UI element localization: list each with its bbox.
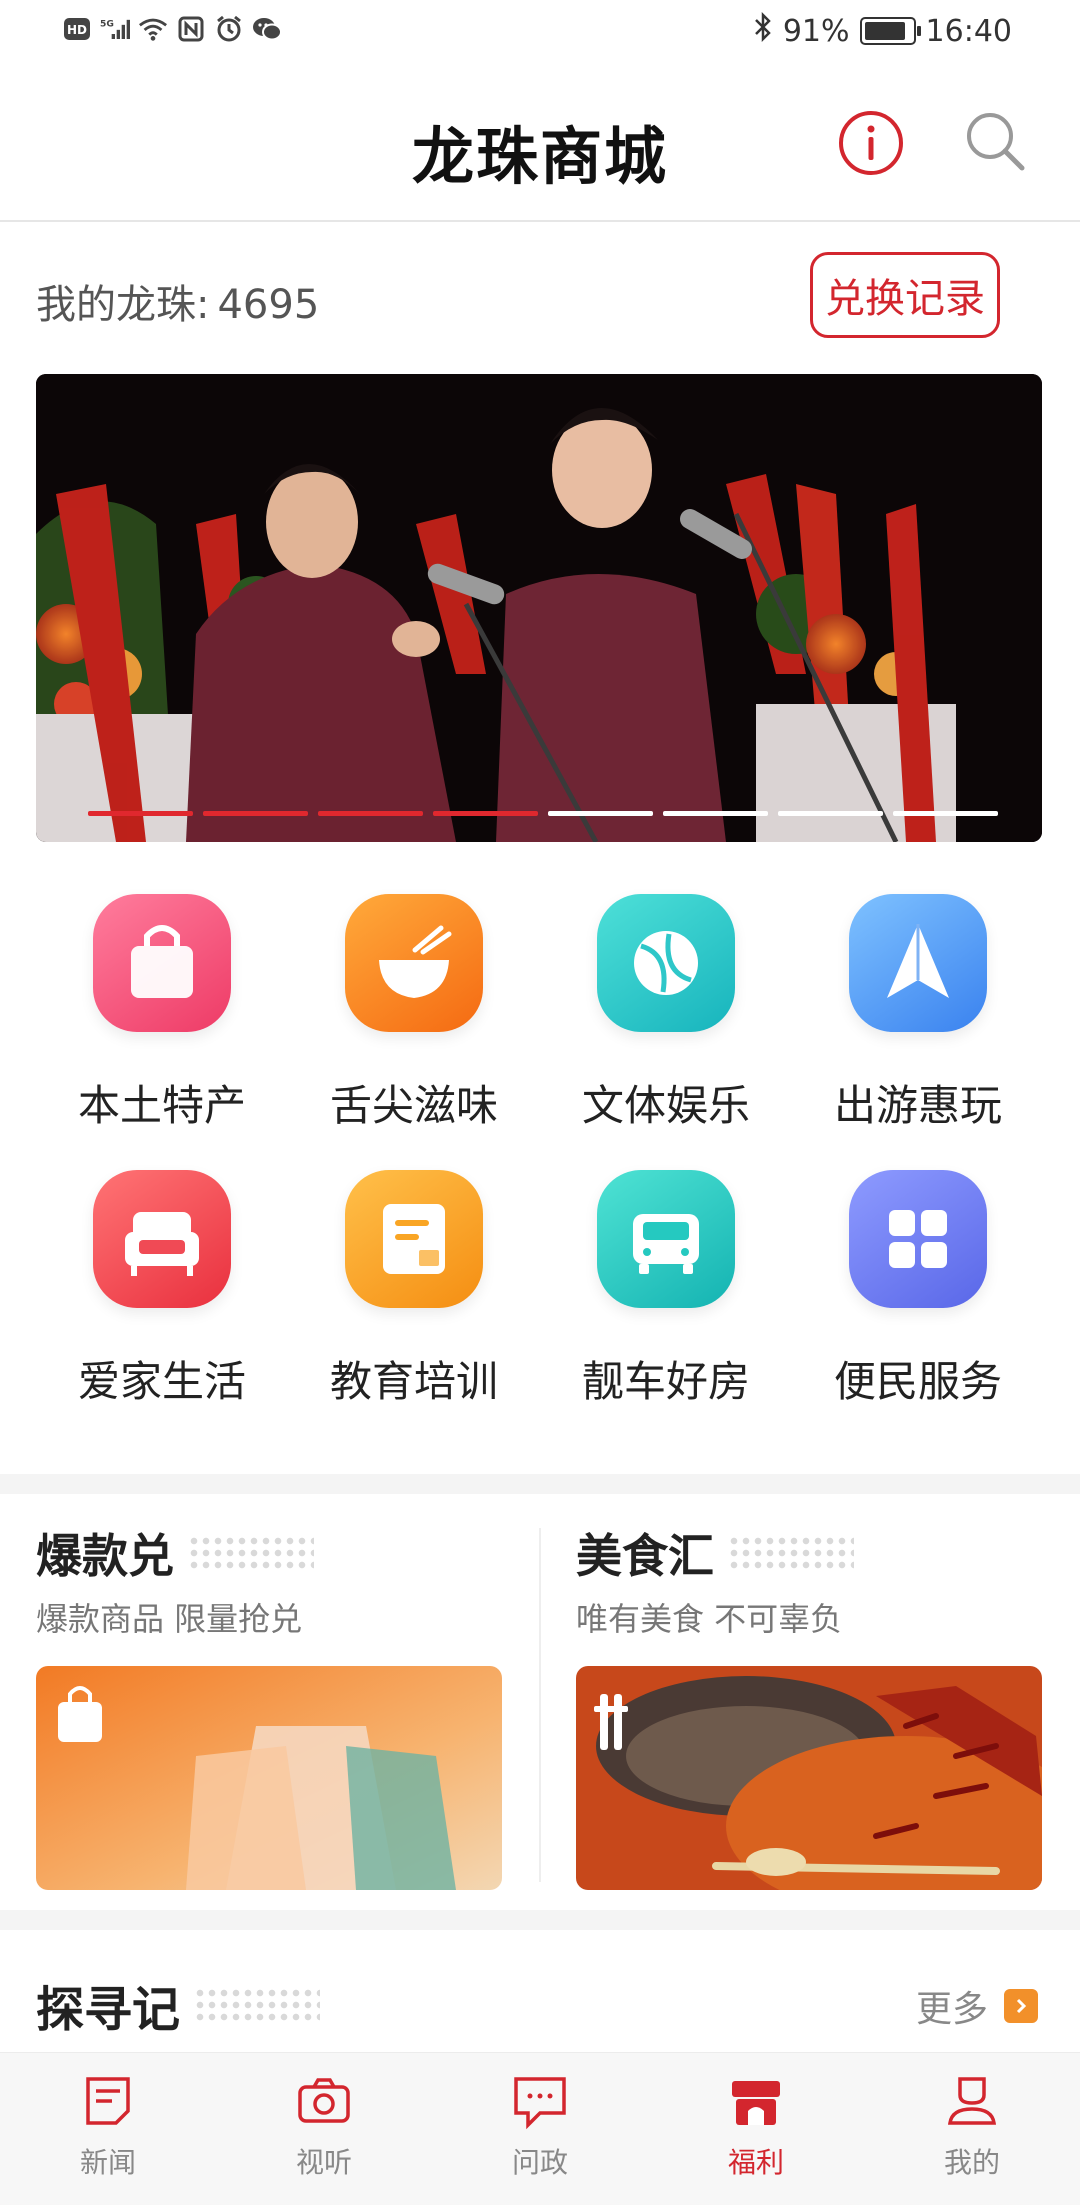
carousel-dot[interactable] xyxy=(88,811,193,816)
exchange-record-button[interactable]: 兑换记录 xyxy=(810,252,1000,338)
nav-news[interactable]: 新闻 xyxy=(0,2071,216,2181)
promo-food-collection[interactable]: 美食汇 唯有美食 不可辜负 xyxy=(576,1520,1042,1890)
category-local-specialty[interactable]: 本土特产 xyxy=(36,894,288,1133)
nav-label: 新闻 xyxy=(79,2146,136,2179)
grid-icon xyxy=(849,1170,987,1308)
category-label: 教育培训 xyxy=(329,1357,498,1406)
status-icons: HD 5G xyxy=(62,14,282,44)
category-label: 爱家生活 xyxy=(77,1357,246,1406)
page-title: 龙珠商城 xyxy=(411,120,668,193)
nav-label: 福利 xyxy=(727,2146,784,2179)
sofa-icon xyxy=(93,1170,231,1308)
nav-welfare[interactable]: 福利 xyxy=(648,2071,864,2181)
points-display: 我的龙珠: 4695 xyxy=(36,272,319,330)
promo-title-text: 爆款兑 xyxy=(36,1529,174,1583)
battery-icon xyxy=(859,17,921,45)
category-home-life[interactable]: 爱家生活 xyxy=(36,1170,288,1409)
search-icon[interactable] xyxy=(962,108,1028,174)
dot-pattern xyxy=(194,1987,321,2023)
section-divider xyxy=(0,1474,1080,1494)
carousel-dot[interactable] xyxy=(893,811,998,816)
category-tasty-food[interactable]: 舌尖滋味 xyxy=(288,894,540,1133)
category-travel[interactable]: 出游惠玩 xyxy=(792,894,1044,1133)
promo-title: 美食汇 xyxy=(576,1520,1042,1586)
battery-fill xyxy=(864,22,905,40)
welfare-icon xyxy=(726,2071,786,2131)
section-divider xyxy=(0,1910,1080,1930)
bowl-icon xyxy=(345,894,483,1032)
bluetooth-icon xyxy=(753,11,773,50)
category-label: 出游惠玩 xyxy=(833,1081,1002,1130)
dot-pattern xyxy=(728,1535,854,1571)
profile-icon xyxy=(942,2071,1002,2131)
more-link[interactable]: 更多 xyxy=(916,1980,1038,2032)
promo-image xyxy=(36,1666,502,1890)
certificate-icon xyxy=(345,1170,483,1308)
promo-image xyxy=(576,1666,1042,1890)
category-label: 文体娱乐 xyxy=(581,1081,750,1130)
points-label: 我的龙珠: xyxy=(36,282,210,328)
carousel-dot[interactable] xyxy=(203,811,308,816)
category-sports-entertainment[interactable]: 文体娱乐 xyxy=(540,894,792,1133)
promo-subtitle: 唯有美食 不可辜负 xyxy=(576,1600,843,1638)
nav-media[interactable]: 视听 xyxy=(216,2071,432,2181)
wechat-icon xyxy=(252,14,282,44)
carousel-indicators xyxy=(88,811,998,816)
explore-section-title: 探寻记 xyxy=(36,1970,321,2040)
navigation-icon xyxy=(849,894,987,1032)
category-services[interactable]: 便民服务 xyxy=(792,1170,1044,1409)
promo-hot-exchange[interactable]: 爆款兑 爆款商品 限量抢兑 xyxy=(36,1520,502,1890)
status-bar: HD 5G 91% 16:40 xyxy=(0,0,1080,66)
car-icon xyxy=(597,1170,735,1308)
carousel-dot[interactable] xyxy=(433,811,538,816)
5g-signal-icon: 5G xyxy=(100,14,130,44)
banner-image xyxy=(36,374,1042,842)
status-right: 91% 16:40 xyxy=(753,11,1012,50)
category-education[interactable]: 教育培训 xyxy=(288,1170,540,1409)
category-label: 本土特产 xyxy=(77,1081,246,1130)
carousel-dot[interactable] xyxy=(318,811,423,816)
nav-profile[interactable]: 我的 xyxy=(864,2071,1080,2181)
carousel-dot[interactable] xyxy=(778,811,883,816)
app-header: 龙珠商城 xyxy=(0,66,1080,222)
banner-carousel[interactable] xyxy=(36,374,1042,842)
alarm-icon xyxy=(214,14,244,44)
hd-icon: HD xyxy=(62,14,92,44)
info-icon[interactable] xyxy=(838,110,904,176)
points-value: 4695 xyxy=(217,282,320,328)
promo-separator xyxy=(539,1528,541,1882)
dot-pattern xyxy=(188,1535,314,1571)
category-car-house[interactable]: 靓车好房 xyxy=(540,1170,792,1409)
bottom-nav: 新闻 视听 问政 福利 我的 xyxy=(0,2052,1080,2205)
category-label: 靓车好房 xyxy=(581,1357,750,1406)
nfc-icon xyxy=(176,14,206,44)
carousel-dot[interactable] xyxy=(548,811,653,816)
camera-icon xyxy=(294,2071,354,2131)
svg-text:HD: HD xyxy=(67,23,87,37)
promo-subtitle: 爆款商品 限量抢兑 xyxy=(36,1600,303,1638)
svg-text:5G: 5G xyxy=(100,19,114,30)
explore-title: 探寻记 xyxy=(36,1982,181,2038)
nav-label: 我的 xyxy=(943,2146,1000,2179)
carousel-dot[interactable] xyxy=(663,811,768,816)
battery-percent: 91% xyxy=(782,13,850,49)
shopping-bag-icon xyxy=(93,894,231,1032)
message-icon xyxy=(510,2071,570,2131)
wifi-icon xyxy=(138,14,168,44)
news-icon xyxy=(78,2071,138,2131)
more-label: 更多 xyxy=(915,1989,988,2030)
clock: 16:40 xyxy=(925,13,1012,49)
nav-label: 视听 xyxy=(295,2146,352,2179)
category-label: 舌尖滋味 xyxy=(329,1081,498,1130)
nav-label: 问政 xyxy=(511,2146,568,2179)
nav-politics[interactable]: 问政 xyxy=(432,2071,648,2181)
chevron-right-icon xyxy=(1004,1989,1038,2023)
promo-title: 爆款兑 xyxy=(36,1520,502,1586)
category-label: 便民服务 xyxy=(833,1357,1002,1406)
promo-title-text: 美食汇 xyxy=(576,1529,714,1583)
ball-icon xyxy=(597,894,735,1032)
